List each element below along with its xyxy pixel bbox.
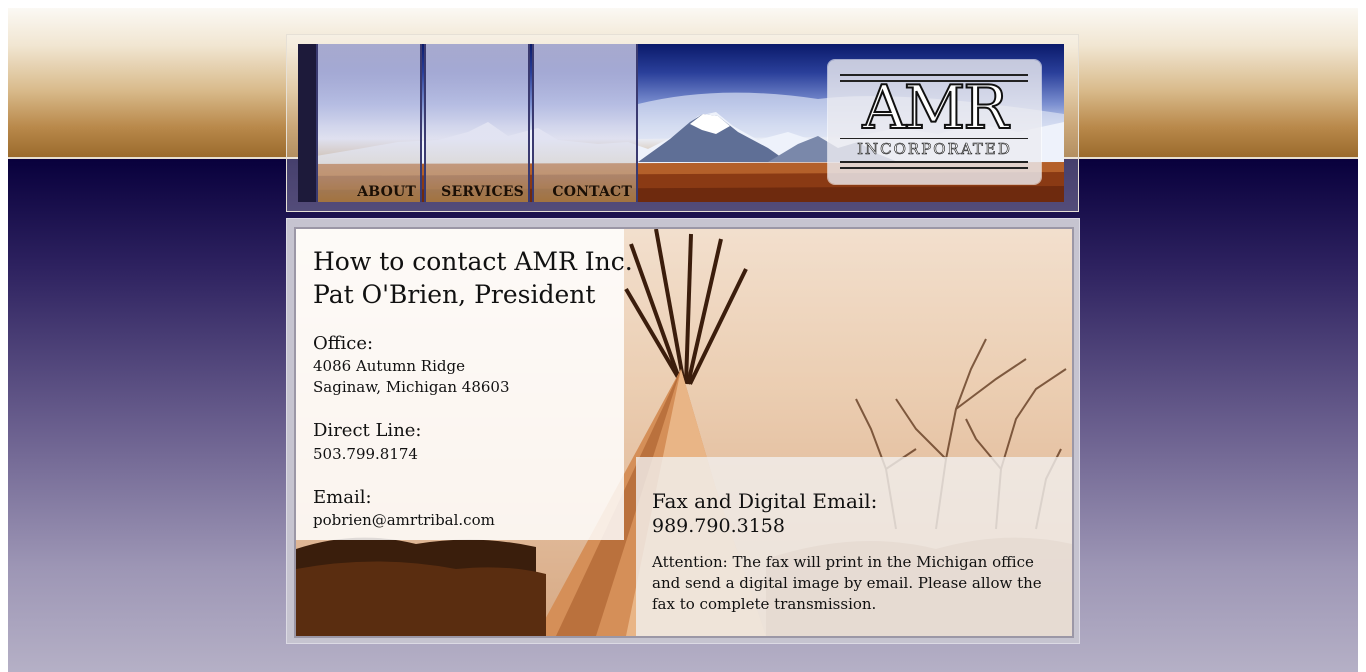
company-logo: AMR INCORPORATED [828,60,1041,184]
logo-rule [840,167,1028,169]
nav-contact-label: CONTACT [552,184,632,200]
office-label: Office: [313,333,374,354]
logo-rule [840,161,1028,163]
nav-services[interactable]: SERVICES [424,44,530,202]
president-name: Pat O'Brien, President [313,280,596,309]
email-label: Email: [313,487,372,508]
logo-sub-text: INCORPORATED [857,140,1012,159]
nav-about[interactable]: ABOUT [316,44,422,202]
page-title: How to contact AMR Inc. [313,247,633,276]
office-address-line2: Saginaw, Michigan 48603 [313,378,510,396]
fax-info-box: Fax and Digital Email: 989.790.3158 Atte… [636,457,1072,636]
direct-line-label: Direct Line: [313,420,422,441]
nav-about-label: ABOUT [357,184,416,200]
office-address-line1: 4086 Autumn Ridge [313,357,465,375]
direct-line-number: 503.799.8174 [313,445,418,463]
fax-label: Fax and Digital Email: [652,489,878,513]
logo-main-text: AMR [862,73,1010,143]
nav-contact[interactable]: CONTACT [532,44,638,202]
contact-info-box: How to contact AMR Inc. Pat O'Brien, Pre… [296,229,633,540]
email-address[interactable]: pobrien@amrtribal.com [313,510,495,531]
logo-rule [840,138,1028,139]
header-banner: ABOUT SERVICES CONTACT AMR INCORPORATED [298,44,1064,202]
nav-services-label: SERVICES [441,184,524,200]
fax-number: 989.790.3158 [652,515,785,537]
banner-edge [298,44,316,202]
fax-note: Attention: The fax will print in the Mic… [652,553,1042,613]
contact-panel: How to contact AMR Inc. Pat O'Brien, Pre… [294,227,1074,638]
